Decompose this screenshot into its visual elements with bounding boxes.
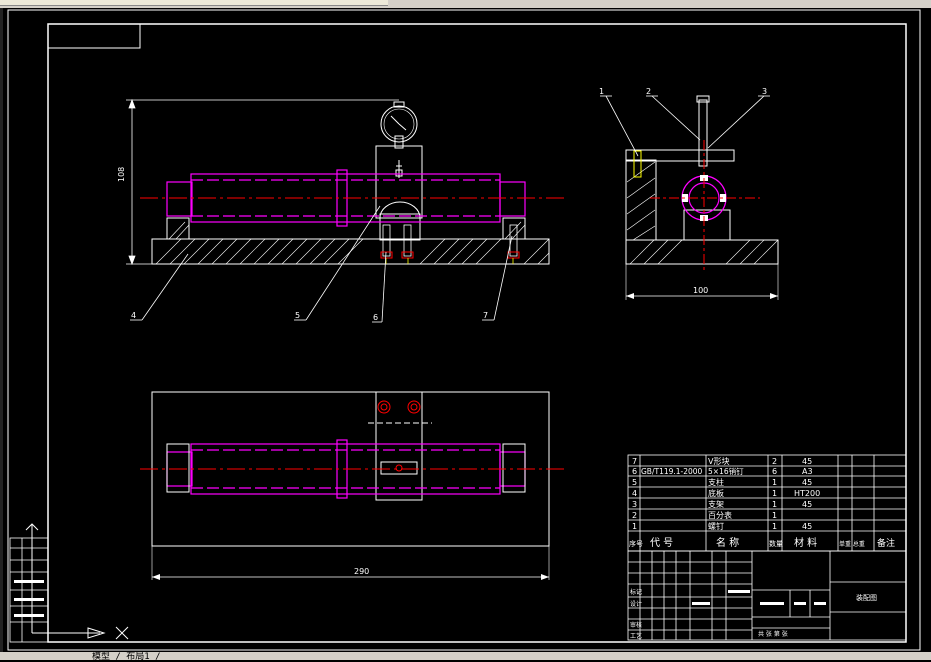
tb-label-1: 标记 <box>630 588 642 596</box>
bom-header-note: 备注 <box>877 537 895 549</box>
tb-label-4: 工艺 <box>630 632 642 640</box>
tb-label-3: 审核 <box>630 621 642 629</box>
bom-header-no: 序号 <box>629 539 643 548</box>
bom-row-7-material: 45 <box>802 522 812 531</box>
tb-footer: 共 张 第 张 <box>758 630 788 638</box>
leader-label-6: 6 <box>373 313 378 322</box>
revision-strip <box>9 537 49 643</box>
side-arm <box>625 149 735 162</box>
bom-row-6-name: 百分表 <box>708 510 732 520</box>
bom-row-6-no: 2 <box>632 511 637 520</box>
bom-row-4-name: 底板 <box>708 488 724 498</box>
bom-header-material: 材 料 <box>794 536 817 549</box>
leader-label-3: 3 <box>762 87 767 96</box>
bom-row-7-name: 螺钉 <box>708 521 724 531</box>
side-view: 100 1 2 3 <box>599 87 779 300</box>
bom-row-3-qty: 1 <box>772 478 777 487</box>
bom-header-weight: 单重 总重 <box>839 540 865 548</box>
dim-height: 108 <box>117 167 126 182</box>
leader-label-1: 1 <box>599 87 604 96</box>
cad-drawing-canvas[interactable]: 108 4 5 6 7 100 1 2 3 290 7 V形块 2 45 6 G… <box>0 8 931 652</box>
leader-label-7: 7 <box>483 311 488 320</box>
bom-row-2-material: A3 <box>802 467 813 476</box>
bom-row-3-material: 45 <box>802 478 812 487</box>
bom-row-4-qty: 1 <box>772 489 777 498</box>
tb-label-2: 设计 <box>630 600 642 608</box>
bom-header-qty: 数量 <box>769 539 783 548</box>
bom-row-5-no: 3 <box>632 500 637 509</box>
bom-row-1-qty: 2 <box>772 457 777 466</box>
tb-title-cell: 装配图 <box>856 593 877 602</box>
top-view: 290 <box>140 391 568 580</box>
plan-column <box>375 391 423 501</box>
bom-header-code: 代 号 <box>650 537 673 549</box>
bom-row-2-no: 6 <box>632 467 637 476</box>
bom-row-1-no: 7 <box>632 457 637 466</box>
sheet-border-inner <box>47 23 907 643</box>
dim-base-width: 100 <box>693 286 708 295</box>
bom-row-7-qty: 1 <box>772 522 777 531</box>
bom-row-5-material: 45 <box>802 500 812 509</box>
bom-row-4-no: 4 <box>632 489 637 498</box>
layout-tabs-text[interactable]: 模型 / 布局1 / <box>92 649 161 662</box>
bom-row-2-name: 5×16销钉 <box>708 466 744 476</box>
code-box <box>47 23 141 49</box>
bom-row-4-material: HT200 <box>794 489 820 498</box>
bom-row-5-name: 支架 <box>708 499 724 509</box>
bom-row-3-no: 5 <box>632 478 637 487</box>
bom-row-6-qty: 1 <box>772 511 777 520</box>
front-view: 108 4 5 6 7 <box>117 98 568 323</box>
layout-tab-bar[interactable]: 模型 / 布局1 / <box>0 649 931 662</box>
leader-label-5: 5 <box>295 311 300 320</box>
bom-row-5-qty: 1 <box>772 500 777 509</box>
bom-row-2-qty: 6 <box>772 467 777 476</box>
dim-plan-length: 290 <box>354 567 369 576</box>
leader-label-4: 4 <box>131 311 136 320</box>
bom-row-3-name: 支柱 <box>708 477 724 487</box>
toolbar-strip <box>0 0 388 6</box>
bom-row-1-name: V形块 <box>708 456 729 466</box>
bom-row-2-code: GB/T119.1-2000 <box>641 467 703 476</box>
bom-row-1-material: 45 <box>802 457 812 466</box>
window-top-toolbar <box>0 0 931 8</box>
bom-row-7-no: 1 <box>632 522 637 531</box>
bom-header-name: 名 称 <box>716 536 739 549</box>
leader-label-2: 2 <box>646 87 651 96</box>
sheet-border-outer <box>7 9 921 651</box>
side-base <box>625 239 779 265</box>
